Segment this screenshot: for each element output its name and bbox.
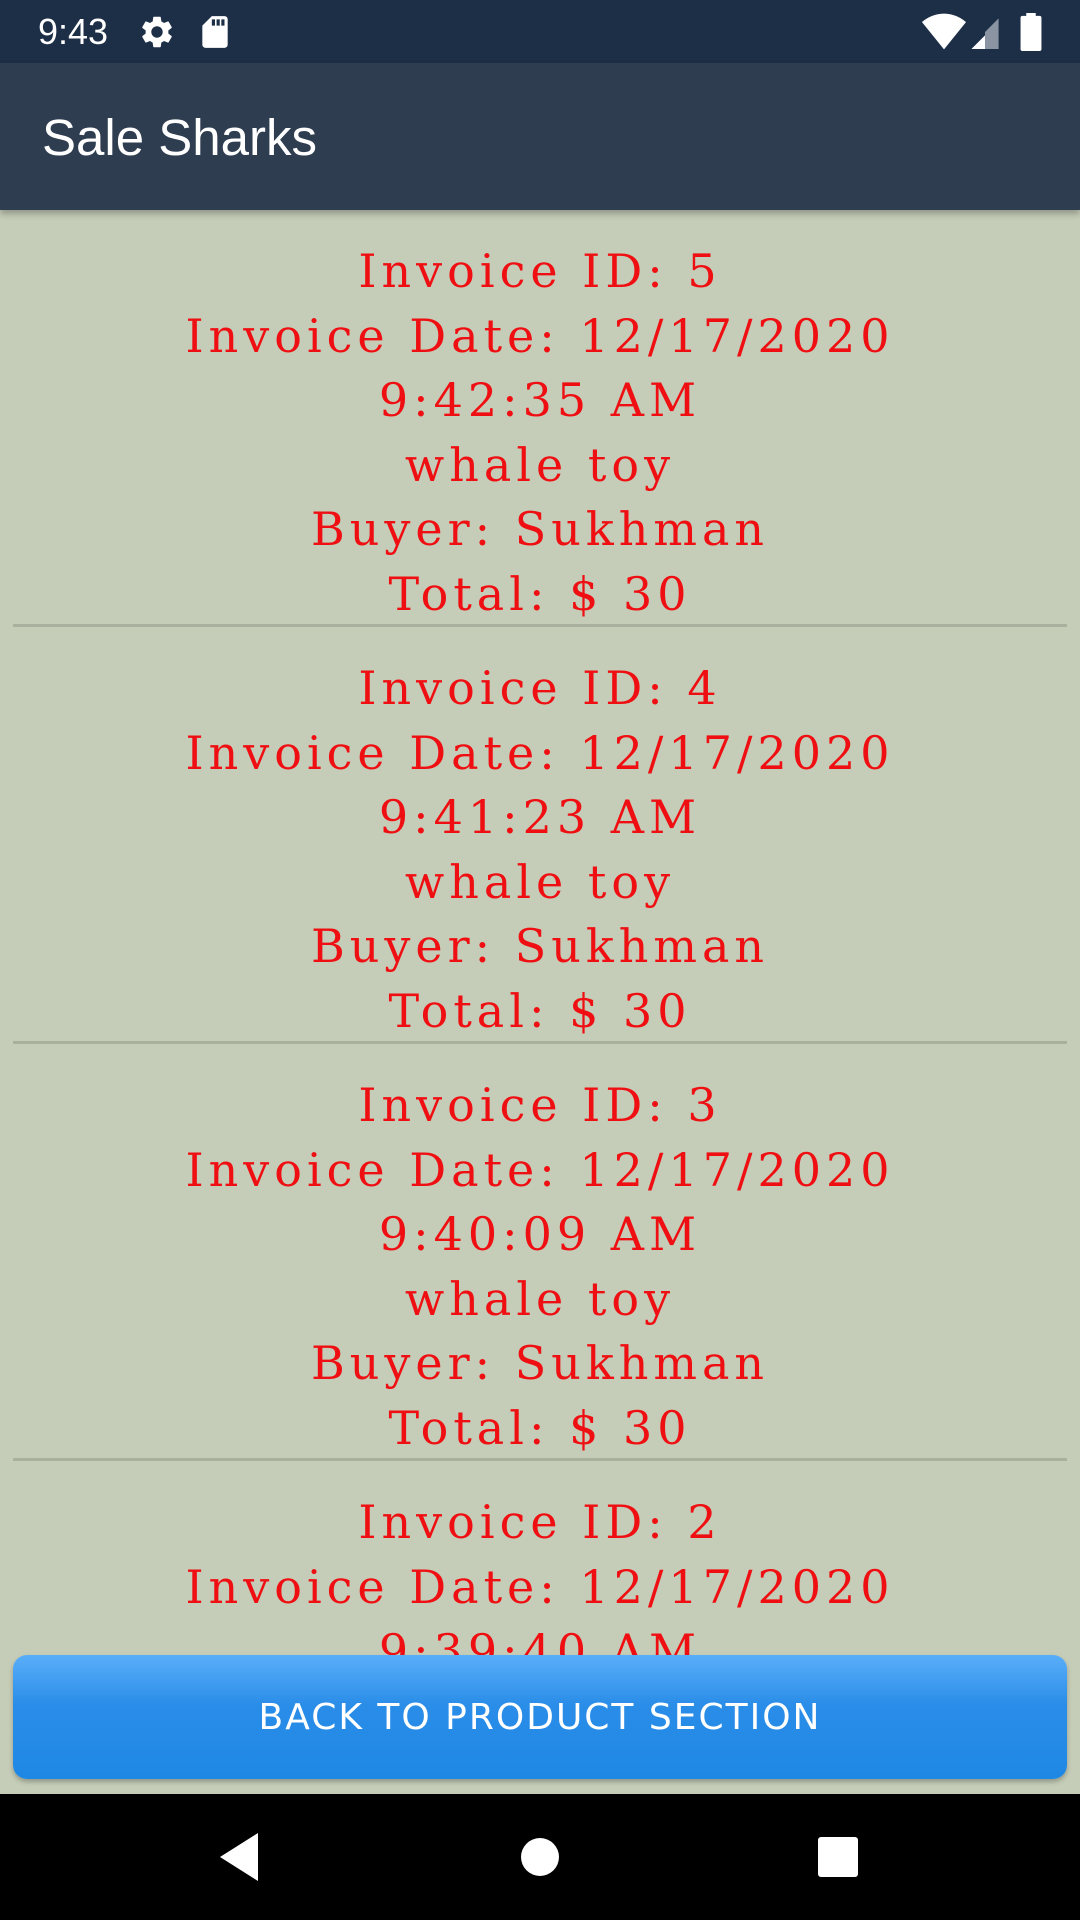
navigation-bar	[0, 1794, 1080, 1920]
invoice-id: Invoice ID: 2	[358, 1495, 722, 1549]
invoice-list[interactable]: Invoice ID: 5 Invoice Date: 12/17/2020 9…	[0, 210, 1080, 1655]
battery-icon	[1018, 13, 1044, 52]
invoice-time: 9:39:40 AM	[378, 1624, 702, 1655]
app-title: Sale Sharks	[42, 109, 317, 166]
invoice-date: Invoice Date: 12/17/2020	[185, 725, 895, 780]
invoice-total: Total: $ 30	[388, 1400, 692, 1455]
screen: 9:43 Sale Sharks Invoice ID: 5 Invoice D…	[0, 0, 1080, 1920]
invoice-buyer: Buyer: Sukhman	[310, 1336, 770, 1390]
back-to-product-section-button[interactable]: BACK TO PRODUCT SECTION	[13, 1655, 1067, 1779]
status-time: 9:43	[38, 11, 109, 52]
invoice-date: Invoice Date: 12/17/2020	[185, 1559, 895, 1614]
home-icon[interactable]	[508, 1825, 572, 1889]
invoice-id: Invoice ID: 5	[358, 244, 722, 298]
sd-card-icon	[196, 13, 234, 51]
invoice-product: whale toy	[404, 1271, 676, 1326]
invoice-product: whale toy	[404, 854, 676, 909]
status-bar: 9:43	[0, 0, 1080, 63]
invoice-date: Invoice Date: 12/17/2020	[185, 1142, 895, 1197]
invoice-buyer: Buyer: Sukhman	[310, 502, 770, 556]
invoice-time: 9:40:09 AM	[378, 1207, 702, 1261]
recents-icon[interactable]	[806, 1825, 870, 1889]
app-bar: Sale Sharks	[0, 63, 1080, 210]
invoice-id: Invoice ID: 3	[358, 1078, 722, 1132]
invoice-date: Invoice Date: 12/17/2020	[185, 308, 895, 363]
invoice-total: Total: $ 30	[388, 983, 692, 1038]
back-icon[interactable]	[208, 1825, 272, 1889]
wifi-icon	[922, 13, 966, 51]
invoice-total: Total: $ 30	[388, 566, 692, 621]
invoice-item[interactable]: Invoice ID: 5 Invoice Date: 12/17/2020 9…	[13, 210, 1067, 627]
invoice-item[interactable]: Invoice ID: 3 Invoice Date: 12/17/2020 9…	[13, 1044, 1067, 1461]
invoice-time: 9:41:23 AM	[378, 790, 702, 844]
invoice-time: 9:42:35 AM	[378, 373, 702, 427]
invoice-id: Invoice ID: 4	[358, 661, 722, 715]
invoice-item[interactable]: Invoice ID: 2 Invoice Date: 12/17/2020 9…	[13, 1461, 1067, 1655]
signal-icon	[968, 13, 1002, 51]
invoice-buyer: Buyer: Sukhman	[310, 919, 770, 973]
gear-icon	[138, 13, 176, 51]
invoice-item[interactable]: Invoice ID: 4 Invoice Date: 12/17/2020 9…	[13, 627, 1067, 1044]
invoice-product: whale toy	[404, 437, 676, 492]
